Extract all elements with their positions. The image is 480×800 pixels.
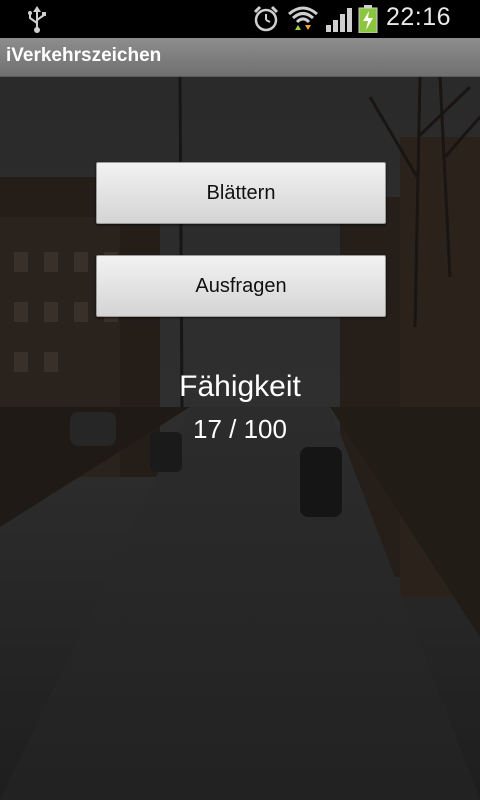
browse-button[interactable]: Blättern xyxy=(96,162,386,224)
ability-score: 17 / 100 xyxy=(193,414,287,444)
battery-charging-icon xyxy=(358,5,378,33)
ability-label: Fähigkeit xyxy=(179,370,301,403)
status-bar: 22:16 xyxy=(0,0,480,38)
signal-icon xyxy=(326,8,352,32)
alarm-icon xyxy=(253,5,279,32)
quiz-button[interactable]: Ausfragen xyxy=(96,255,386,317)
title-bar: iVerkehrszeichen xyxy=(0,38,480,77)
app-title: iVerkehrszeichen xyxy=(6,45,162,66)
clock: 22:16 xyxy=(386,3,452,31)
usb-icon xyxy=(28,6,46,33)
wifi-icon xyxy=(288,6,318,30)
